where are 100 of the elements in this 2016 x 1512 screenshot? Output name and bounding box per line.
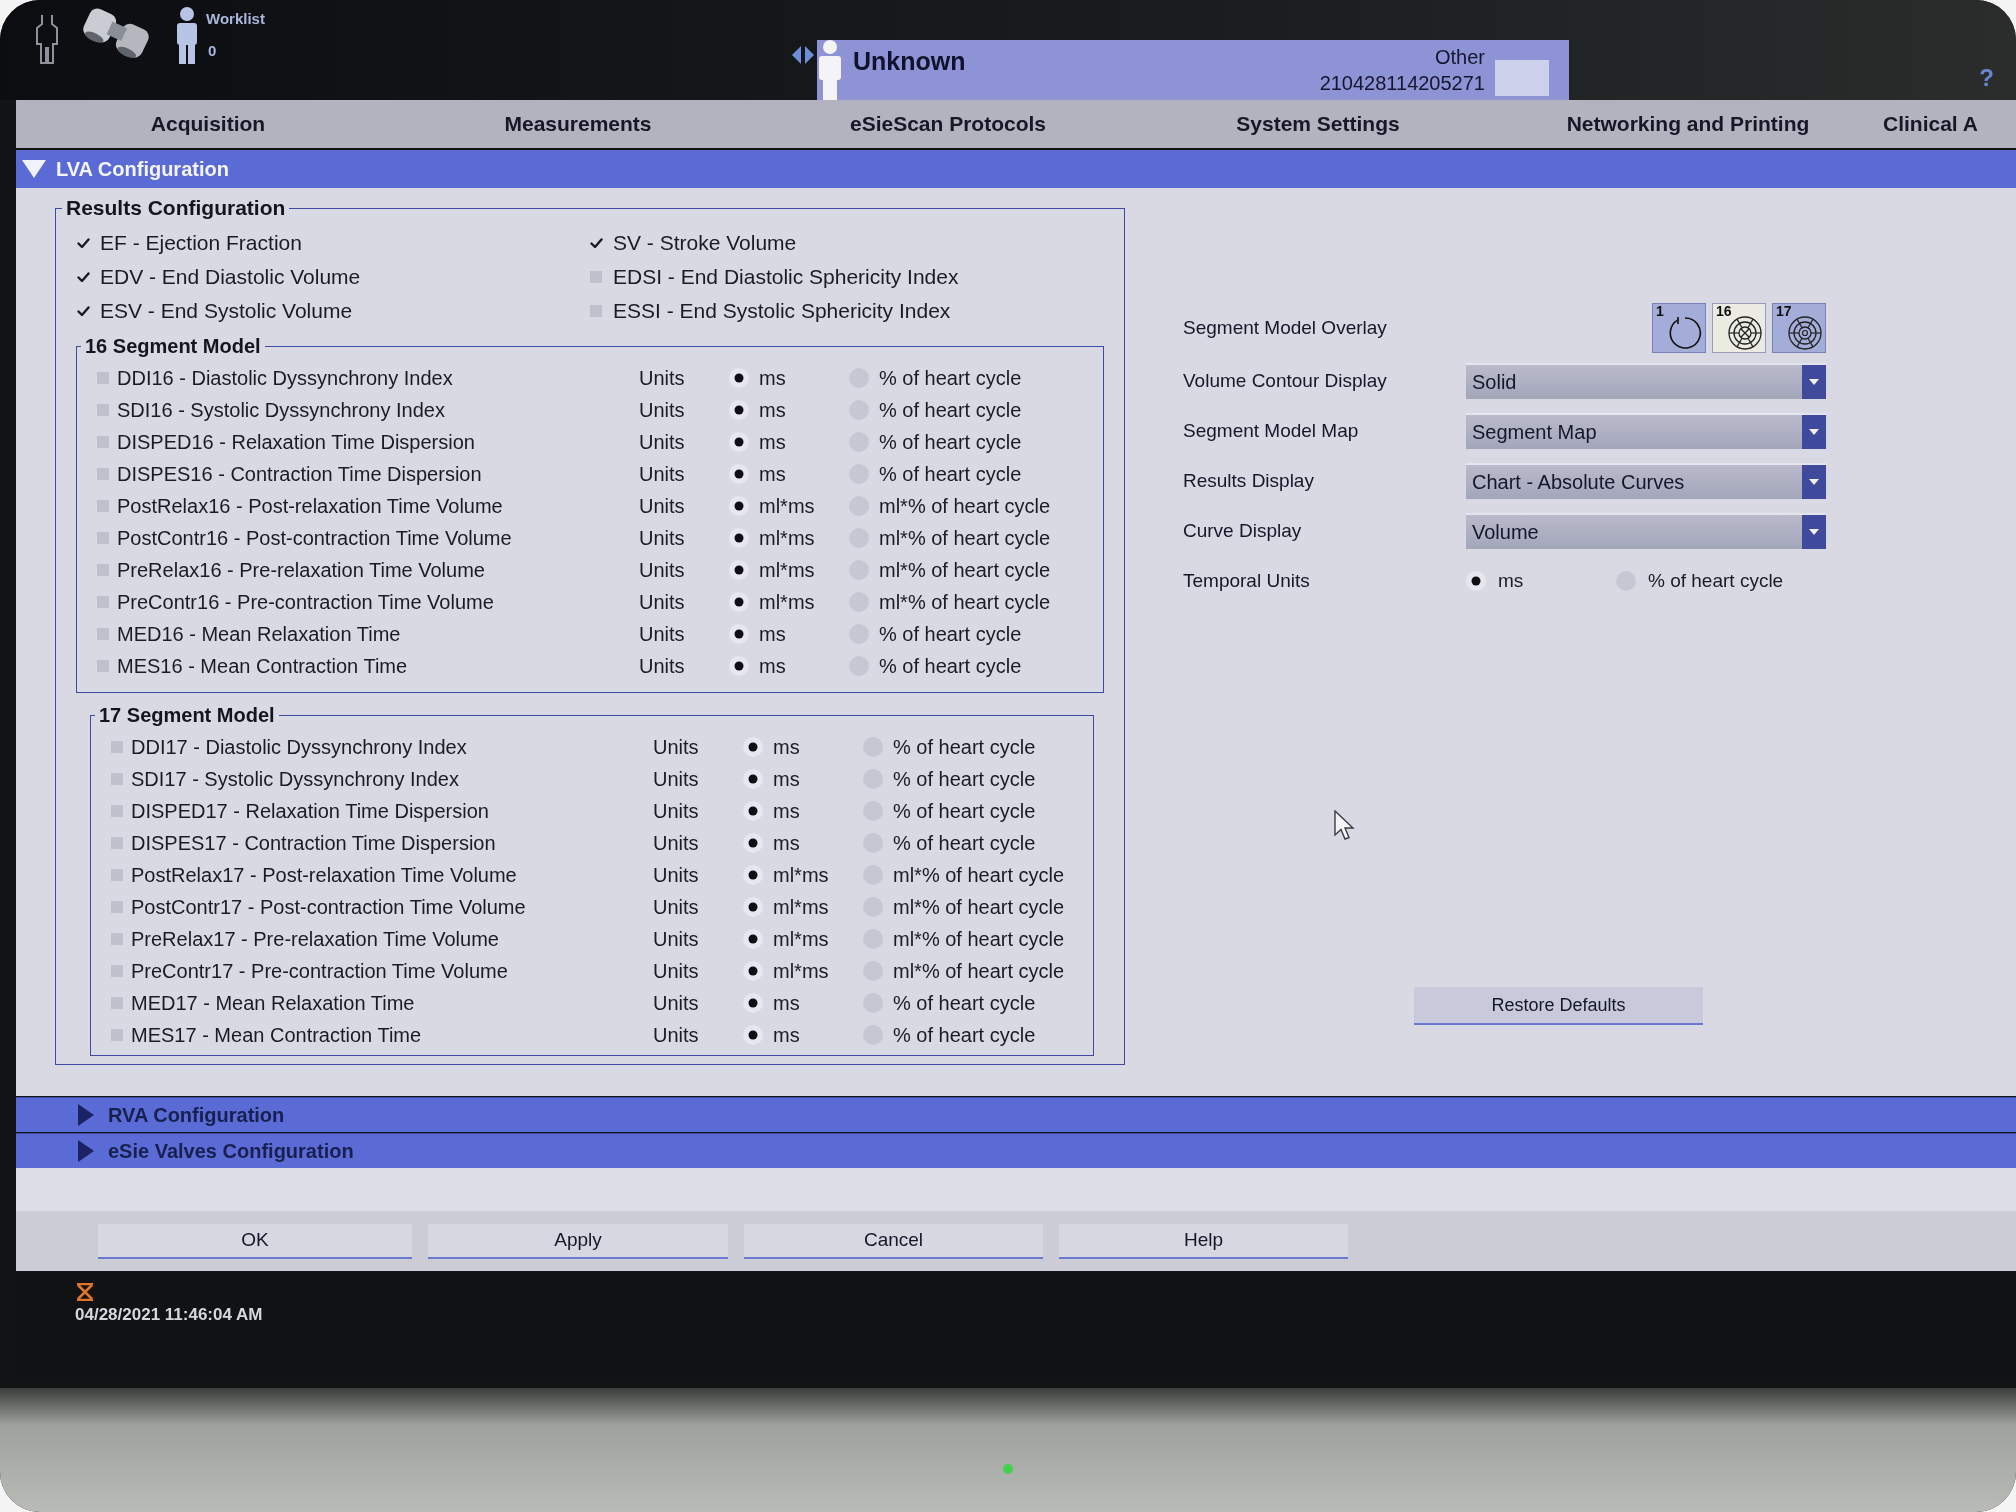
overlay-button[interactable]: 1 (1652, 303, 1706, 353)
radio-button[interactable] (743, 1025, 763, 1045)
measure-label: PostContr16 - Post-contraction Time Volume (117, 526, 512, 550)
option-label: ms (759, 622, 786, 646)
radio-button[interactable] (729, 496, 749, 516)
units-label: Units (653, 831, 699, 855)
checkbox[interactable] (590, 305, 602, 317)
option-label: % of heart cycle (879, 654, 1022, 678)
radio-button[interactable] (729, 368, 749, 388)
radio-button[interactable] (743, 801, 763, 821)
units-label: Units (639, 622, 685, 646)
checkmark-icon[interactable] (76, 237, 90, 249)
dropdown[interactable]: Chart - Absolute Curves (1466, 463, 1826, 499)
measure-label: EDSI - End Diastolic Sphericity Index (613, 264, 959, 290)
radio-button[interactable] (743, 961, 763, 981)
radio-button[interactable] (729, 560, 749, 580)
apply-button[interactable]: Apply (428, 1224, 728, 1259)
tab[interactable]: Networking and Printing (1503, 100, 1873, 148)
checkmark-icon[interactable] (76, 271, 90, 283)
radio-button[interactable] (729, 656, 749, 676)
radio-button[interactable] (743, 769, 763, 789)
checkbox[interactable] (111, 741, 123, 753)
tab[interactable]: Clinical A (1873, 100, 1978, 148)
radio-button[interactable] (729, 624, 749, 644)
group-title: 16 Segment Model (84, 334, 262, 358)
option-label: ml*ms (773, 959, 829, 983)
section-header[interactable]: LVA Configuration (16, 150, 2016, 188)
triangle-down-icon[interactable] (22, 158, 46, 180)
checkbox[interactable] (97, 596, 109, 608)
left-right-arrows-icon[interactable] (792, 46, 814, 64)
overlay-button[interactable]: 17 (1772, 303, 1826, 353)
checkbox[interactable] (111, 933, 123, 945)
tab[interactable]: eSieScan Protocols (763, 100, 1133, 148)
help-button[interactable]: ? (1979, 64, 1994, 92)
caret-down-icon (1802, 465, 1826, 499)
option-label: ml*ms (759, 526, 815, 550)
checkbox[interactable] (111, 805, 123, 817)
binoculars-icon[interactable] (80, 6, 152, 60)
tab[interactable]: Measurements (393, 100, 763, 148)
radio-button[interactable] (743, 897, 763, 917)
cancel-button[interactable]: Cancel (744, 1224, 1043, 1259)
radio-button[interactable] (729, 528, 749, 548)
measure-label: PostContr17 - Post-contraction Time Volume (131, 895, 526, 919)
units-label: Units (639, 366, 685, 390)
help-button[interactable]: Help (1059, 1224, 1348, 1259)
dropdown[interactable]: Volume (1466, 513, 1826, 549)
option-label: ml*ms (759, 558, 815, 582)
overlay-button[interactable]: 16 (1712, 303, 1766, 353)
radio-button[interactable] (729, 464, 749, 484)
tab[interactable]: System Settings (1133, 100, 1503, 148)
option-label: ml*ms (773, 927, 829, 951)
checkbox[interactable] (97, 660, 109, 672)
checkbox[interactable] (97, 532, 109, 544)
radio-button[interactable] (743, 865, 763, 885)
dropdown[interactable]: Solid (1466, 363, 1826, 399)
measure-label: SDI17 - Systolic Dyssynchrony Index (131, 767, 459, 791)
radio-button[interactable] (1466, 571, 1486, 591)
person-outline-icon[interactable] (36, 14, 58, 64)
radio-button[interactable] (729, 400, 749, 420)
checkbox[interactable] (97, 404, 109, 416)
checkbox[interactable] (97, 436, 109, 448)
person-icon[interactable] (174, 6, 200, 64)
measure-label: EF - Ejection Fraction (100, 230, 302, 256)
ok-button[interactable]: OK (98, 1224, 412, 1259)
checkbox[interactable] (590, 271, 602, 283)
option-label: ml*% of heart cycle (893, 959, 1065, 983)
checkbox[interactable] (97, 468, 109, 480)
option-label: ms (1498, 568, 1524, 593)
option-label: % of heart cycle (879, 462, 1022, 486)
tab[interactable]: Acquisition (23, 100, 393, 148)
units-label: Units (653, 767, 699, 791)
checkbox[interactable] (97, 628, 109, 640)
radio-button[interactable] (729, 592, 749, 612)
checkmark-icon[interactable] (589, 237, 603, 249)
checkbox[interactable] (111, 773, 123, 785)
option-label: % of heart cycle (893, 831, 1036, 855)
dropdown[interactable]: Segment Map (1466, 413, 1826, 449)
checkbox[interactable] (97, 564, 109, 576)
units-label: Units (653, 863, 699, 887)
checkbox[interactable] (97, 372, 109, 384)
radio-button[interactable] (743, 929, 763, 949)
units-label: Units (653, 959, 699, 983)
option-label: ml*% of heart cycle (893, 927, 1065, 951)
checkbox[interactable] (111, 901, 123, 913)
checkbox[interactable] (111, 837, 123, 849)
checkbox[interactable] (111, 1029, 123, 1041)
group-title: 17 Segment Model (98, 703, 276, 727)
checkmark-icon[interactable] (76, 305, 90, 317)
option-label: ml*ms (773, 895, 829, 919)
checkbox[interactable] (111, 965, 123, 977)
radio-button[interactable] (743, 833, 763, 853)
setting-label: Volume Contour Display (1183, 368, 1387, 393)
checkbox[interactable] (111, 869, 123, 881)
radio-button[interactable] (743, 737, 763, 757)
checkbox[interactable] (111, 997, 123, 1009)
restore-defaults-button[interactable]: Restore Defaults (1414, 987, 1703, 1025)
radio-button[interactable] (743, 993, 763, 1013)
worklist-label[interactable]: Worklist (206, 10, 265, 28)
checkbox[interactable] (97, 500, 109, 512)
radio-button[interactable] (729, 432, 749, 452)
